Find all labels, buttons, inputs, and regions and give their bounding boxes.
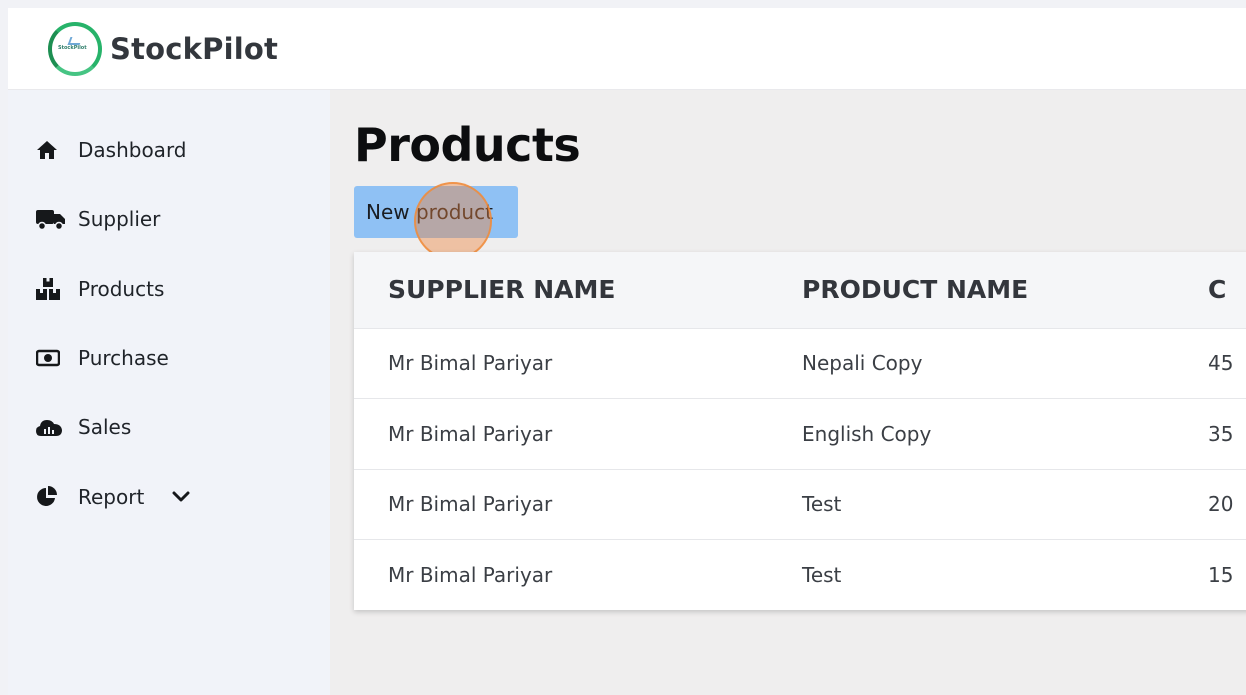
table-header-row: SUPPLIER NAME PRODUCT NAME C	[354, 252, 1246, 328]
cell-c: 35	[1208, 421, 1234, 446]
stockpilot-logo[interactable]: StockPilot	[48, 21, 102, 76]
app-window: StockPilot StockPilot Dashboard Supplier…	[8, 8, 1246, 695]
table-body: Mr Bimal Pariyar Nepali Copy 45 Mr Bimal…	[354, 328, 1246, 610]
column-header-product-name[interactable]: PRODUCT NAME	[768, 252, 1174, 328]
sidebar-item-label: Sales	[78, 415, 132, 439]
home-icon	[36, 138, 66, 162]
money-bill-icon	[36, 346, 66, 370]
cell-c: 15	[1208, 563, 1234, 587]
truck-icon	[36, 207, 66, 231]
sidebar-item-report[interactable]: Report	[36, 482, 190, 512]
table-row[interactable]: Mr Bimal Pariyar Nepali Copy 45	[354, 328, 1246, 399]
cell-product-name: Test	[802, 492, 842, 517]
main-content: Products New product SUPPLIER NAME PRODU…	[330, 90, 1246, 695]
table-row[interactable]: Mr Bimal Pariyar Test 15	[354, 539, 1246, 611]
sidebar-item-purchase[interactable]: Purchase	[36, 343, 169, 373]
column-header-supplier-name[interactable]: SUPPLIER NAME	[354, 252, 768, 328]
cell-supplier-name: Mr Bimal Pariyar	[388, 421, 553, 446]
sidebar-item-label: Products	[78, 277, 165, 301]
sidebar-item-label: Report	[78, 485, 145, 509]
pie-chart-icon	[36, 485, 66, 509]
table-header: SUPPLIER NAME PRODUCT NAME C	[354, 252, 1246, 328]
sidebar-item-supplier[interactable]: Supplier	[36, 204, 160, 234]
page-title: Products	[354, 118, 581, 172]
sidebar: Dashboard Supplier Products Purchase Sal	[8, 90, 330, 695]
products-table-card: SUPPLIER NAME PRODUCT NAME C Mr Bimal Pa…	[354, 252, 1246, 610]
sidebar-item-dashboard[interactable]: Dashboard	[36, 135, 187, 165]
products-table: SUPPLIER NAME PRODUCT NAME C Mr Bimal Pa…	[354, 252, 1246, 610]
new-product-button[interactable]: New product	[354, 186, 518, 238]
cell-product-name: Test	[802, 563, 842, 587]
sidebar-item-label: Dashboard	[78, 138, 187, 162]
cell-supplier-name: Mr Bimal Pariyar	[388, 351, 553, 376]
column-header-c[interactable]: C	[1174, 252, 1246, 328]
boxes-icon	[36, 277, 66, 301]
logo-text: StockPilot	[58, 44, 87, 51]
sidebar-item-sales[interactable]: Sales	[36, 412, 131, 442]
logo-mark-icon	[67, 36, 83, 45]
cell-supplier-name: Mr Bimal Pariyar	[388, 563, 553, 587]
cell-supplier-name: Mr Bimal Pariyar	[388, 492, 553, 517]
cell-product-name: English Copy	[802, 421, 932, 446]
cell-product-name: Nepali Copy	[802, 351, 923, 376]
top-header: StockPilot StockPilot	[8, 8, 1246, 90]
table-row[interactable]: Mr Bimal Pariyar English Copy 35	[354, 398, 1246, 470]
chevron-down-icon[interactable]	[172, 491, 190, 503]
sidebar-item-label: Purchase	[78, 346, 169, 370]
sidebar-item-label: Supplier	[78, 207, 161, 231]
sidebar-item-products[interactable]: Products	[36, 274, 164, 304]
cell-c: 20	[1208, 492, 1234, 517]
chart-cloud-icon	[36, 415, 66, 439]
table-row[interactable]: Mr Bimal Pariyar Test 20	[354, 469, 1246, 540]
brand-name[interactable]: StockPilot	[110, 32, 278, 66]
cell-c: 45	[1208, 351, 1234, 376]
